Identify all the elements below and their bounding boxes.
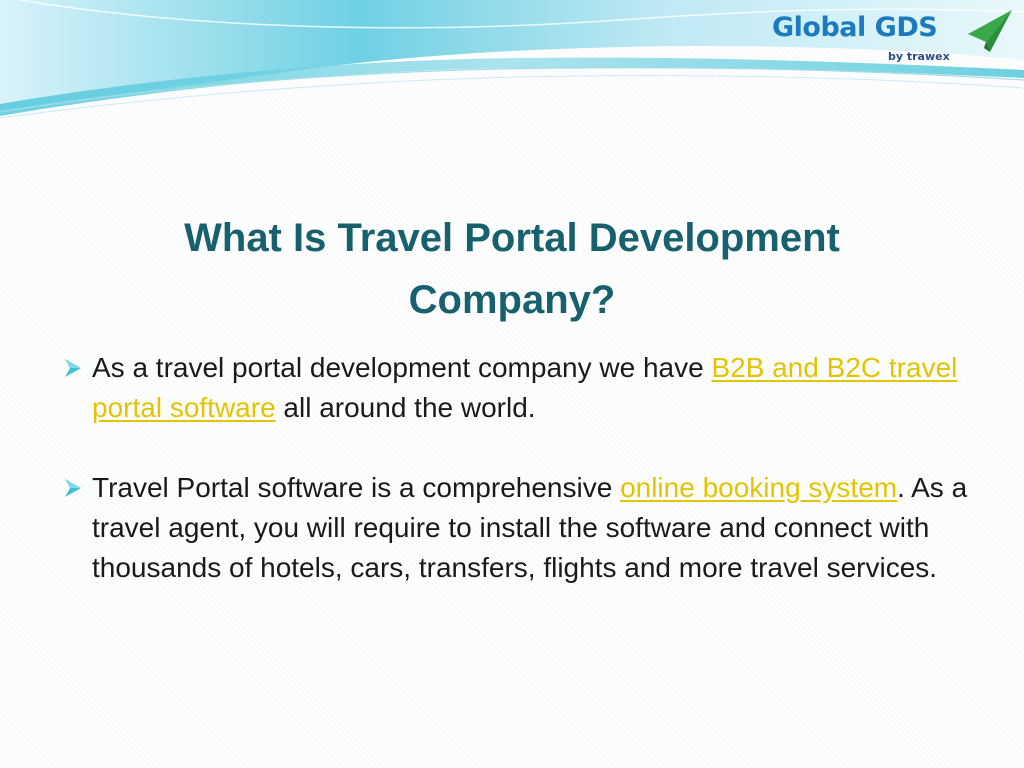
paper-plane-icon: [968, 10, 1012, 52]
bullet-text: As a travel portal development company w…: [92, 352, 712, 383]
online-booking-system-link[interactable]: online booking system: [620, 472, 897, 503]
global-gds-logo: Global GDS by trawex: [764, 8, 1014, 66]
bullet-item: As a travel portal development company w…: [62, 348, 972, 428]
bullet-item: Travel Portal software is a comprehensiv…: [62, 468, 972, 588]
arrow-bullet-icon: [65, 359, 81, 377]
bullet-text: Travel Portal software is a comprehensiv…: [92, 472, 621, 503]
slide-title: What Is Travel Portal Development Compan…: [184, 215, 840, 322]
bullet-text: all around the world.: [275, 392, 536, 423]
bullet-list: As a travel portal development company w…: [62, 348, 972, 588]
slide: Global GDS by trawex What Is Travel Port…: [0, 0, 1024, 768]
arrow-bullet-icon: [65, 479, 81, 497]
logo-tagline: by trawex: [888, 50, 950, 63]
logo-wordmark: Global GDS: [772, 12, 938, 43]
